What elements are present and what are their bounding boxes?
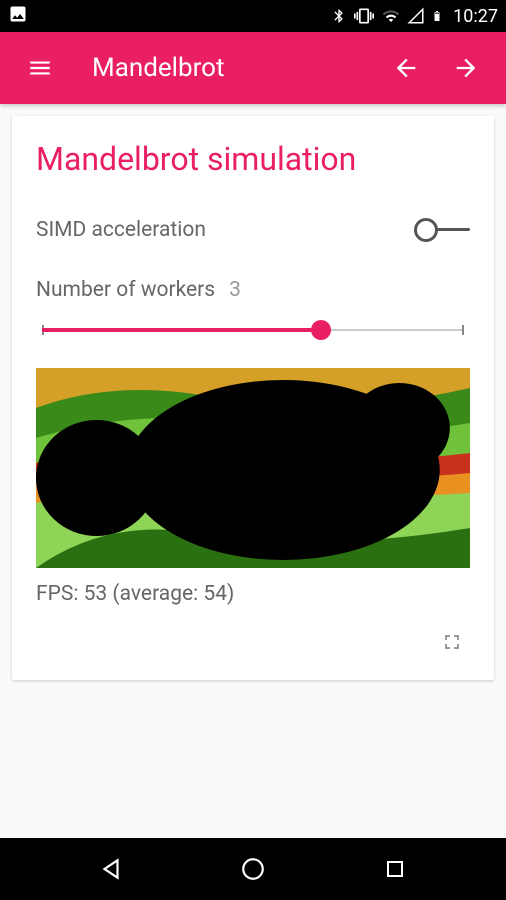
nav-back-icon (98, 856, 124, 882)
workers-row: Number of workers 3 (36, 278, 470, 340)
arrow-forward-icon (452, 54, 480, 82)
vibrate-icon (353, 6, 375, 26)
nav-recent-icon (383, 857, 407, 881)
content-area: Mandelbrot simulation SIMD acceleration … (0, 104, 506, 692)
status-time: 10:27 (453, 6, 498, 27)
slider-track-fill (42, 328, 321, 332)
menu-button[interactable] (20, 48, 60, 88)
fps-text: FPS: 53 (average: 54) (36, 582, 470, 606)
hamburger-icon (27, 55, 53, 81)
battery-icon (431, 6, 443, 26)
signal-icon (407, 7, 425, 25)
status-bar: 10:27 (0, 0, 506, 32)
simd-label: SIMD acceleration (36, 218, 206, 242)
arrow-back-icon (392, 54, 420, 82)
slider-tick-end (462, 325, 464, 335)
back-button[interactable] (386, 48, 426, 88)
nav-home-icon (240, 856, 266, 882)
nav-recent-button[interactable] (365, 849, 425, 889)
workers-label: Number of workers (36, 278, 215, 302)
simd-row: SIMD acceleration (36, 218, 470, 242)
fullscreen-icon (440, 630, 464, 654)
picture-icon (8, 4, 28, 29)
forward-button[interactable] (446, 48, 486, 88)
slider-thumb (311, 320, 331, 340)
workers-slider[interactable] (42, 320, 464, 340)
switch-thumb (414, 218, 438, 242)
bluetooth-icon (331, 6, 347, 26)
workers-value: 3 (229, 278, 241, 302)
app-title: Mandelbrot (92, 53, 386, 83)
fullscreen-button[interactable] (434, 624, 470, 660)
app-bar: Mandelbrot (0, 32, 506, 104)
wifi-icon (381, 7, 401, 25)
simd-switch[interactable] (414, 218, 470, 242)
main-card: Mandelbrot simulation SIMD acceleration … (12, 116, 494, 680)
card-title: Mandelbrot simulation (36, 140, 470, 178)
mandelbrot-image (36, 368, 470, 568)
android-nav-bar (0, 838, 506, 900)
nav-back-button[interactable] (81, 849, 141, 889)
nav-home-button[interactable] (223, 849, 283, 889)
